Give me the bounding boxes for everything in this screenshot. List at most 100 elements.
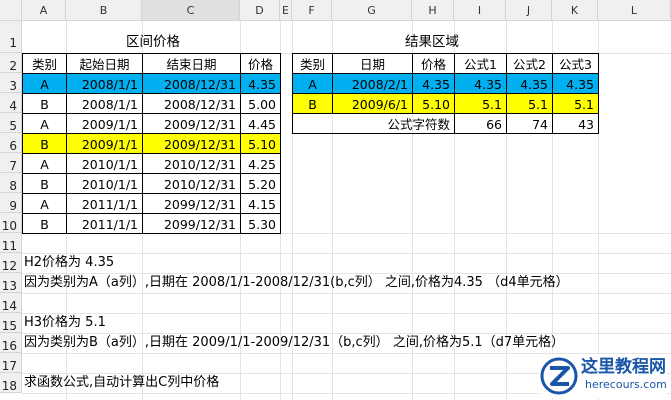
table-header[interactable]: 起始日期 — [66, 53, 143, 74]
table-cell[interactable]: 2010/1/1 — [66, 153, 143, 174]
table-cell[interactable]: 5.1 — [454, 93, 507, 114]
table-header[interactable]: 公式2 — [506, 53, 553, 74]
row-header[interactable]: 12 — [0, 253, 22, 273]
table-cell[interactable]: 2010/12/31 — [142, 153, 241, 174]
site-logo: 这里教程网 herecours.com — [539, 354, 667, 398]
row-header[interactable]: 9 — [0, 193, 22, 213]
table-cell[interactable]: 2008/12/31 — [142, 73, 241, 94]
table-cell[interactable]: 66 — [454, 113, 507, 134]
table-cell[interactable]: 2011/1/1 — [66, 213, 143, 234]
row-header[interactable]: 1 — [0, 21, 22, 53]
table-cell[interactable]: 2009/1/1 — [66, 133, 143, 154]
row-header[interactable]: 10 — [0, 213, 22, 233]
row-header[interactable]: 13 — [0, 273, 22, 293]
row-header[interactable]: 3 — [0, 73, 22, 93]
table-cell[interactable]: 2008/12/31 — [142, 93, 241, 114]
col-header-b[interactable]: B — [66, 0, 142, 21]
corner-cell[interactable] — [0, 0, 22, 21]
table-cell[interactable]: 4.15 — [240, 193, 281, 214]
row-header[interactable]: 7 — [0, 153, 22, 173]
table-cell[interactable]: A — [22, 73, 67, 94]
table-cell[interactable]: 2099/12/31 — [142, 213, 241, 234]
table-cell[interactable]: 2009/12/31 — [142, 133, 241, 154]
note-row-16[interactable]: H3价格为 5.1 — [24, 313, 106, 333]
table-cell[interactable]: 2009/1/1 — [66, 113, 143, 134]
table-cell[interactable]: 2010/12/31 — [142, 173, 241, 194]
table-header[interactable]: 类别 — [22, 53, 67, 74]
table-cell[interactable]: B — [292, 93, 333, 114]
col-header-h[interactable]: H — [412, 0, 454, 21]
col-header-l[interactable]: L — [598, 0, 671, 21]
row-header[interactable]: 18 — [0, 373, 22, 393]
table-cell[interactable]: 4.45 — [240, 113, 281, 134]
table-header[interactable]: 公式3 — [552, 53, 599, 74]
table-cell[interactable]: 74 — [506, 113, 553, 134]
col-header-k[interactable]: K — [552, 0, 598, 21]
col-header-i[interactable]: I — [454, 0, 506, 21]
table-cell[interactable]: 2008/1/1 — [66, 73, 143, 94]
table-header[interactable]: 结束日期 — [142, 53, 241, 74]
row-header[interactable]: 5 — [0, 113, 22, 133]
table-cell[interactable]: 4.35 — [240, 73, 281, 94]
table-cell[interactable]: A — [22, 193, 67, 214]
table-header[interactable]: 类别 — [292, 53, 333, 74]
table-cell[interactable]: 5.00 — [240, 93, 281, 114]
logo-text: 这里教程网 — [581, 357, 666, 377]
table-header[interactable]: 公式1 — [454, 53, 507, 74]
table-cell[interactable]: 5.10 — [240, 133, 281, 154]
table-header[interactable]: 日期 — [332, 53, 413, 74]
table-cell[interactable]: 2011/1/1 — [66, 193, 143, 214]
row-header[interactable]: 8 — [0, 173, 22, 193]
table-cell[interactable]: 5.1 — [506, 93, 553, 114]
note-row-13[interactable]: H2价格为 4.35 — [24, 253, 114, 273]
table-cell[interactable]: 2009/12/31 — [142, 113, 241, 134]
table-cell[interactable]: 4.35 — [506, 73, 553, 94]
logo-mark-icon — [540, 357, 578, 395]
table-header[interactable]: 价格 — [240, 53, 281, 74]
row-header[interactable]: 15 — [0, 313, 22, 333]
note-row-14[interactable]: 因为类别为A（a列）,日期在 2008/1/1-2008/12/31(b,c列）… — [24, 273, 569, 293]
formula-length-label[interactable]: 公式字符数 — [292, 113, 455, 134]
right-table-title: 结果区域 — [405, 34, 459, 50]
row-header[interactable]: 16 — [0, 333, 22, 353]
col-header-d[interactable]: D — [240, 0, 280, 21]
table-cell[interactable]: 4.25 — [240, 153, 281, 174]
table-cell[interactable]: 2009/6/1 — [332, 93, 413, 114]
table-cell[interactable]: A — [22, 153, 67, 174]
row-header[interactable]: 2 — [0, 53, 22, 73]
table-cell[interactable]: 43 — [552, 113, 599, 134]
table-cell[interactable]: B — [22, 213, 67, 234]
row-header[interactable]: 4 — [0, 93, 22, 113]
gridline — [22, 293, 671, 294]
col-header-e[interactable]: E — [280, 0, 292, 21]
gridline — [22, 313, 671, 314]
table-cell[interactable]: 2008/2/1 — [332, 73, 413, 94]
table-cell[interactable]: 5.30 — [240, 213, 281, 234]
row-header[interactable]: 11 — [0, 233, 22, 253]
col-header-f[interactable]: F — [292, 0, 332, 21]
table-cell[interactable]: 2099/12/31 — [142, 193, 241, 214]
table-cell[interactable]: B — [22, 173, 67, 194]
table-cell[interactable]: 5.1 — [552, 93, 599, 114]
table-cell[interactable]: 2008/1/1 — [66, 93, 143, 114]
table-cell[interactable]: A — [292, 73, 333, 94]
table-cell[interactable]: B — [22, 93, 67, 114]
table-cell[interactable]: 5.20 — [240, 173, 281, 194]
note-row-17[interactable]: 因为类别为B（a列）,日期在 2009/1/1-2009/12/31（b,c列）… — [24, 333, 564, 353]
table-cell[interactable]: 4.35 — [552, 73, 599, 94]
table-cell[interactable]: B — [22, 133, 67, 154]
col-header-a[interactable]: A — [22, 0, 66, 21]
row-header[interactable]: 14 — [0, 293, 22, 313]
col-header-j[interactable]: J — [506, 0, 552, 21]
table-cell[interactable]: 2010/1/1 — [66, 173, 143, 194]
row-header[interactable]: 17 — [0, 353, 22, 373]
row-header[interactable]: 6 — [0, 133, 22, 153]
table-header[interactable]: 价格 — [412, 53, 455, 74]
table-cell[interactable]: 4.35 — [412, 73, 455, 94]
table-cell[interactable]: 5.10 — [412, 93, 455, 114]
note-row-19[interactable]: 求函数公式,自动计算出C列中价格 — [24, 373, 219, 393]
col-header-g[interactable]: G — [332, 0, 412, 21]
col-header-c[interactable]: C — [142, 0, 240, 21]
table-cell[interactable]: 4.35 — [454, 73, 507, 94]
table-cell[interactable]: A — [22, 113, 67, 134]
